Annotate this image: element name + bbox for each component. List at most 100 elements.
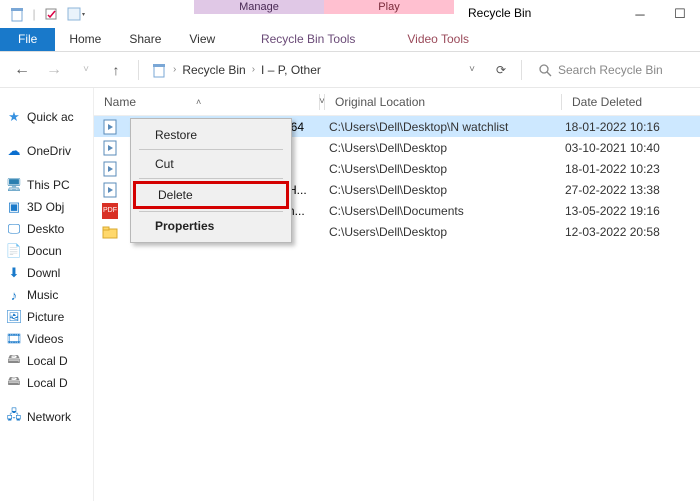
date-deleted: 18-01-2022 10:23 [555, 162, 700, 176]
separator [521, 60, 522, 80]
sidebar-item-label: Deskto [27, 222, 64, 236]
pc-icon: 🖥 [6, 177, 22, 193]
sidebar-pictures[interactable]: 🖼 Picture [0, 306, 93, 328]
breadcrumb-icon[interactable] [151, 62, 167, 78]
video-file-icon [102, 182, 118, 198]
original-location: C:\Users\Dell\Desktop [319, 162, 555, 176]
tab-file[interactable]: File [0, 28, 55, 51]
tab-share[interactable]: Share [115, 28, 175, 51]
minimize-button[interactable]: ─ [620, 0, 660, 28]
contextual-tab-manage: Manage [194, 0, 324, 14]
sidebar-item-label: Network [27, 410, 71, 424]
nav-up-button[interactable]: ↑ [106, 62, 126, 78]
sidebar-documents[interactable]: 📄 Docun [0, 240, 93, 262]
picture-icon: 🖼 [6, 309, 22, 325]
download-icon: ⬇ [6, 265, 22, 281]
column-header-location[interactable]: Original Location [325, 95, 561, 109]
sidebar-item-label: Local D [27, 376, 68, 390]
maximize-button[interactable]: ☐ [660, 0, 700, 28]
document-icon: 📄 [6, 243, 22, 259]
sidebar-videos[interactable]: 🎞 Videos [0, 328, 93, 350]
sidebar-downloads[interactable]: ⬇ Downl [0, 262, 93, 284]
folder-icon [102, 224, 118, 240]
separator [139, 211, 283, 212]
original-location: C:\Users\Dell\Desktop\N watchlist [319, 120, 555, 134]
column-header-date[interactable]: Date Deleted [562, 95, 700, 109]
video-icon: 🎞 [6, 331, 22, 347]
column-header-label: Name [104, 95, 136, 109]
chevron-right-icon[interactable]: › [252, 64, 255, 75]
original-location: C:\Users\Dell\Desktop [319, 183, 555, 197]
original-location: C:\Users\Dell\Desktop [319, 141, 555, 155]
sidebar-item-label: OneDriv [27, 144, 71, 158]
contextual-tab-play: Play [324, 0, 454, 14]
breadcrumb-group[interactable]: I – P, Other [261, 63, 321, 77]
qat-separator: | [30, 3, 38, 25]
cloud-icon: ☁ [6, 143, 22, 159]
context-menu-cut[interactable]: Cut [133, 152, 289, 176]
address-dropdown-icon[interactable]: ˅ [469, 64, 475, 75]
nav-recent-dropdown[interactable]: ˅ [74, 64, 98, 75]
video-file-icon [102, 119, 118, 135]
date-deleted: 13-05-2022 19:16 [555, 204, 700, 218]
network-icon: 🖧 [6, 409, 22, 425]
sidebar-item-label: 3D Obj [27, 200, 64, 214]
sidebar-item-label: Docun [27, 244, 62, 258]
sidebar-item-label: Downl [27, 266, 60, 280]
context-menu-restore[interactable]: Restore [133, 123, 289, 147]
tab-video-tools[interactable]: Video Tools [373, 28, 503, 51]
refresh-button[interactable]: ⟳ [489, 63, 513, 77]
original-location: C:\Users\Dell\Documents [319, 204, 555, 218]
nav-forward-button[interactable]: → [42, 61, 66, 79]
date-deleted: 12-03-2022 20:58 [555, 225, 700, 239]
sidebar-item-label: Picture [27, 310, 64, 324]
qat-dropdown-icon[interactable] [64, 3, 88, 25]
nav-back-button[interactable]: ← [10, 61, 34, 79]
context-menu: Restore Cut Delete Properties [130, 118, 292, 243]
sidebar-3d-objects[interactable]: ▣ 3D Obj [0, 196, 93, 218]
sidebar-item-label: Videos [27, 332, 63, 346]
sidebar-network[interactable]: 🖧 Network [0, 406, 93, 428]
context-menu-delete[interactable]: Delete [136, 184, 286, 206]
recycle-bin-icon [6, 3, 28, 25]
pdf-icon: PDF [102, 203, 118, 219]
sidebar-onedrive[interactable]: ☁ OneDriv [0, 140, 93, 162]
separator [138, 60, 139, 80]
sidebar-local-disk-1[interactable]: 🖴 Local D [0, 350, 93, 372]
highlight-annotation: Delete [133, 181, 289, 209]
context-menu-properties[interactable]: Properties [133, 214, 289, 238]
music-icon: ♪ [6, 287, 22, 303]
sidebar-item-label: Quick ac [27, 110, 74, 124]
window-title: Recycle Bin [454, 0, 620, 28]
date-deleted: 27-02-2022 13:38 [555, 183, 700, 197]
sort-ascending-icon: ˄ [196, 97, 201, 107]
desktop-icon: 🖵 [6, 221, 22, 237]
sidebar-item-label: Local D [27, 354, 68, 368]
disk-icon: 🖴 [6, 353, 22, 369]
date-deleted: 03-10-2021 10:40 [555, 141, 700, 155]
original-location: C:\Users\Dell\Desktop [319, 225, 555, 239]
column-header-name[interactable]: Name ˄ [94, 95, 319, 109]
tab-home[interactable]: Home [55, 28, 115, 51]
sidebar-desktop[interactable]: 🖵 Deskto [0, 218, 93, 240]
date-deleted: 18-01-2022 10:16 [555, 120, 700, 134]
sidebar-item-label: Music [27, 288, 58, 302]
qat-properties-icon[interactable] [40, 3, 62, 25]
star-icon: ★ [6, 109, 22, 125]
sidebar-item-label: This PC [27, 178, 70, 192]
search-input[interactable]: Search Recycle Bin [558, 63, 663, 77]
sidebar-this-pc[interactable]: 🖥 This PC [0, 174, 93, 196]
cube-icon: ▣ [6, 199, 22, 215]
disk-icon: 🖴 [6, 375, 22, 391]
separator [139, 178, 283, 179]
search-icon [538, 63, 552, 77]
sidebar-music[interactable]: ♪ Music [0, 284, 93, 306]
breadcrumb-recycle-bin[interactable]: Recycle Bin [182, 63, 245, 77]
sidebar-local-disk-2[interactable]: 🖴 Local D [0, 372, 93, 394]
sidebar-quick-access[interactable]: ★ Quick ac [0, 106, 93, 128]
video-file-icon [102, 161, 118, 177]
video-file-icon [102, 140, 118, 156]
chevron-right-icon[interactable]: › [173, 64, 176, 75]
tab-view[interactable]: View [175, 28, 229, 51]
tab-recycle-bin-tools[interactable]: Recycle Bin Tools [243, 28, 373, 51]
